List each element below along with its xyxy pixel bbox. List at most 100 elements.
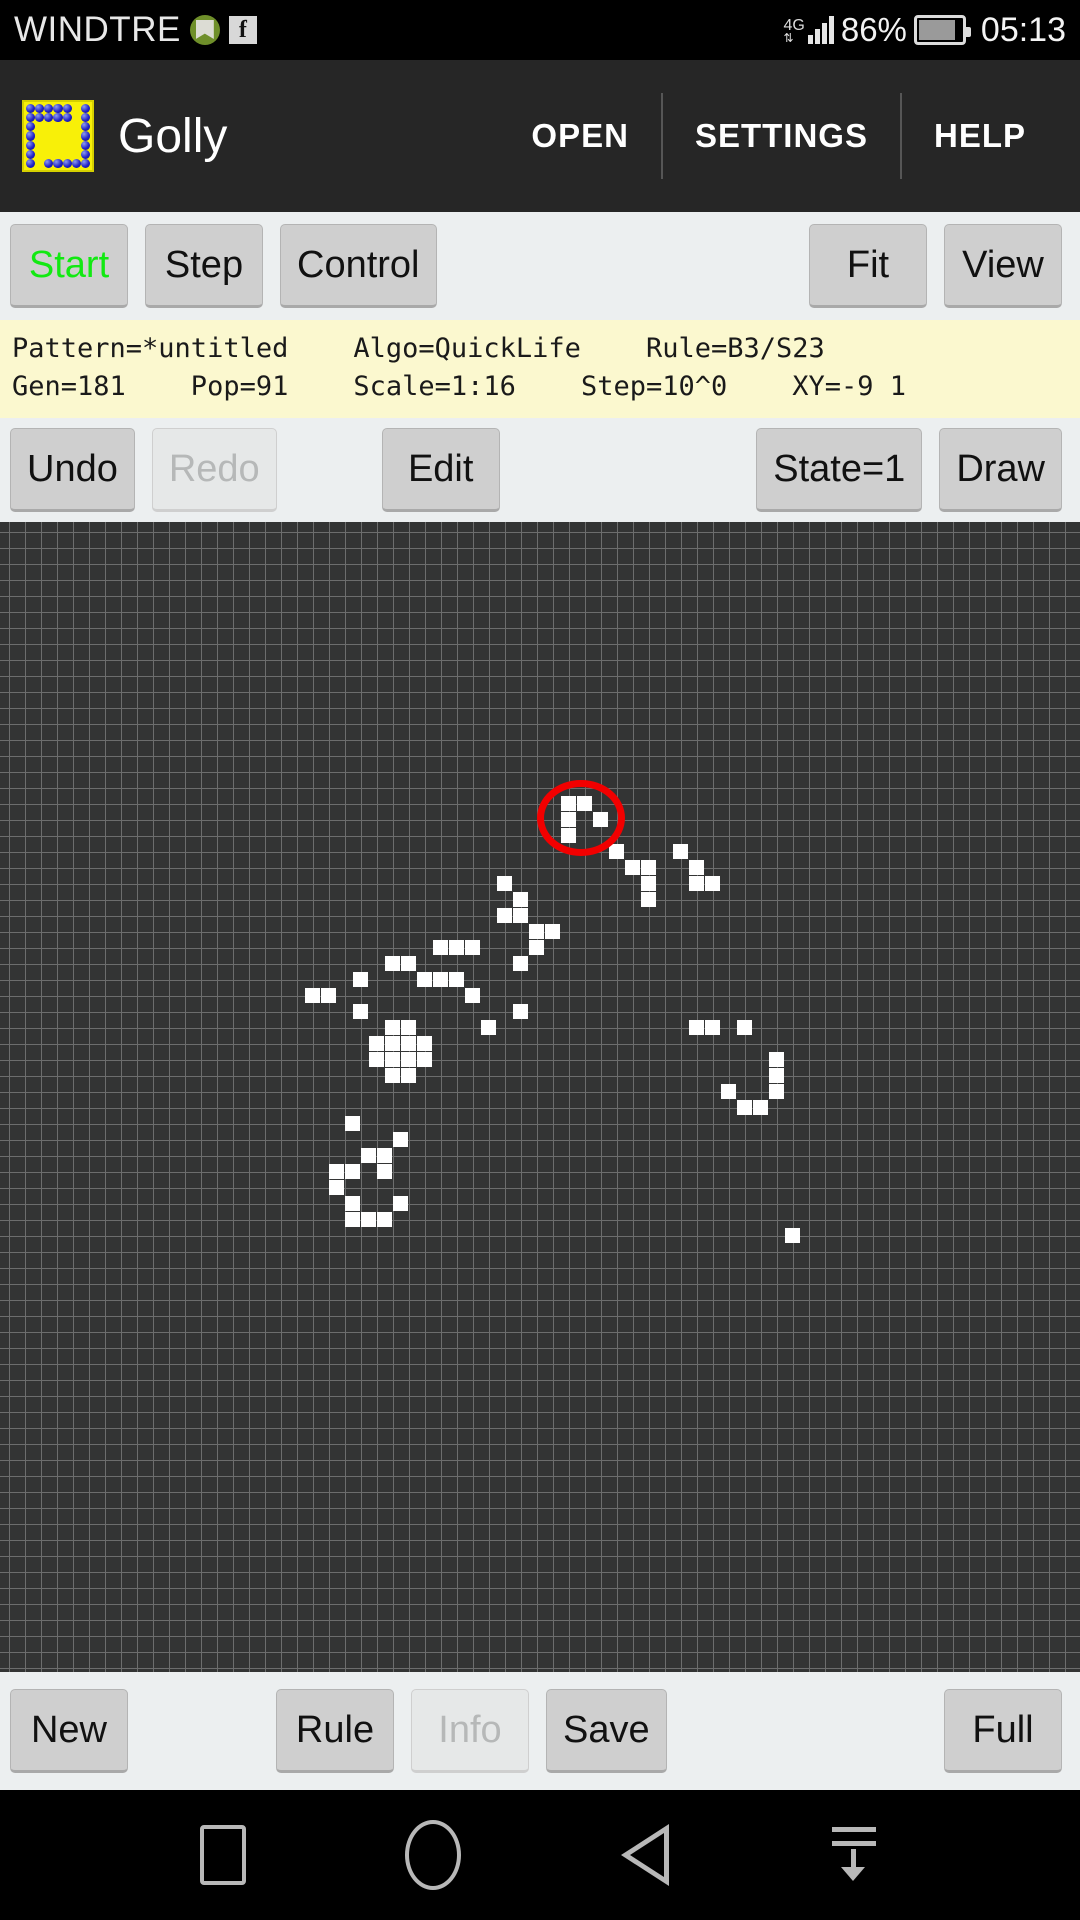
live-cell xyxy=(737,1100,752,1115)
control-toolbar: Start Step Control Fit View xyxy=(0,212,1080,320)
live-cell xyxy=(385,1068,400,1083)
canvas-grid xyxy=(0,522,1080,1672)
network-type-label: 4G ⇅ xyxy=(783,17,805,45)
live-cell xyxy=(393,1132,408,1147)
live-cell xyxy=(385,1036,400,1051)
live-cell xyxy=(609,844,624,859)
save-button[interactable]: Save xyxy=(546,1689,667,1773)
battery-percent-label: 86% xyxy=(840,11,907,48)
signal-indicator: 4G ⇅ xyxy=(784,16,834,44)
live-cell xyxy=(513,956,528,971)
live-cell xyxy=(321,988,336,1003)
live-cell xyxy=(393,1196,408,1211)
live-cell xyxy=(401,1052,416,1067)
live-cell xyxy=(769,1068,784,1083)
live-cell xyxy=(529,940,544,955)
live-cell xyxy=(641,860,656,875)
live-cell xyxy=(377,1164,392,1179)
menu-item-help[interactable]: HELP xyxy=(902,93,1058,179)
app-bar: Golly OPEN SETTINGS HELP xyxy=(0,60,1080,212)
live-cell xyxy=(689,876,704,891)
live-cell xyxy=(705,1020,720,1035)
live-cell xyxy=(361,1148,376,1163)
live-cell xyxy=(401,956,416,971)
live-cell xyxy=(417,1036,432,1051)
signal-bars-icon xyxy=(807,16,834,44)
live-cell xyxy=(753,1100,768,1115)
live-cell xyxy=(497,876,512,891)
status-bar-right: 4G ⇅ 86% 05:13 xyxy=(784,11,1067,50)
live-cell xyxy=(361,1212,376,1227)
live-cell xyxy=(345,1212,360,1227)
live-cell xyxy=(345,1116,360,1131)
live-cell xyxy=(329,1164,344,1179)
live-cell xyxy=(625,860,640,875)
home-icon[interactable] xyxy=(405,1820,462,1890)
full-button[interactable]: Full xyxy=(944,1689,1062,1773)
live-cell xyxy=(345,1164,360,1179)
live-cell xyxy=(721,1084,736,1099)
info-button: Info xyxy=(411,1689,529,1773)
hide-keyboard-icon[interactable] xyxy=(828,1827,880,1883)
live-cell xyxy=(401,1068,416,1083)
undo-button[interactable]: Undo xyxy=(10,428,135,512)
live-cell xyxy=(433,972,448,987)
live-cell xyxy=(513,908,528,923)
live-cell xyxy=(417,1052,432,1067)
live-cell xyxy=(481,1020,496,1035)
live-cell xyxy=(769,1084,784,1099)
status-bar-left: WINDTRE f xyxy=(14,10,257,50)
live-cell xyxy=(345,1196,360,1211)
live-cell xyxy=(401,1020,416,1035)
android-nav-bar xyxy=(0,1790,1080,1920)
live-cell xyxy=(689,860,704,875)
edit-toolbar: Undo Redo Edit State=1 Draw xyxy=(0,418,1080,522)
signal-arrows-icon: ⇅ xyxy=(783,31,794,45)
menu-item-open[interactable]: OPEN xyxy=(499,93,661,179)
live-cell xyxy=(465,988,480,1003)
live-cell xyxy=(305,988,320,1003)
menu-item-settings[interactable]: SETTINGS xyxy=(663,93,900,179)
edit-button[interactable]: Edit xyxy=(381,428,500,512)
live-cell xyxy=(545,924,560,939)
clock-label: 05:13 xyxy=(980,10,1066,49)
recents-icon[interactable] xyxy=(199,1825,246,1885)
facebook-icon: f xyxy=(228,16,257,44)
live-cell xyxy=(401,1036,416,1051)
page-title: Golly xyxy=(118,109,228,163)
rule-button[interactable]: Rule xyxy=(276,1689,394,1773)
live-cell xyxy=(385,1052,400,1067)
live-cell xyxy=(353,1004,368,1019)
fit-button[interactable]: Fit xyxy=(809,224,927,308)
start-button[interactable]: Start xyxy=(10,224,128,308)
draw-button[interactable]: Draw xyxy=(939,428,1062,512)
view-button[interactable]: View xyxy=(944,224,1062,308)
status-info-panel[interactable]: Pattern=*untitled Algo=QuickLife Rule=B3… xyxy=(0,320,1080,418)
live-cell xyxy=(353,972,368,987)
live-cell xyxy=(369,1052,384,1067)
pattern-canvas[interactable] xyxy=(0,522,1080,1672)
carrier-label: WINDTRE xyxy=(14,10,181,49)
live-cell xyxy=(465,940,480,955)
new-button[interactable]: New xyxy=(10,1689,128,1773)
live-cell xyxy=(385,1020,400,1035)
android-status-bar: WINDTRE f 4G ⇅ 86% 05:13 xyxy=(0,0,1080,60)
live-cell xyxy=(433,940,448,955)
live-cell xyxy=(385,956,400,971)
selection-marker-circle xyxy=(537,780,625,856)
live-cell xyxy=(641,892,656,907)
live-cell xyxy=(513,1004,528,1019)
back-icon[interactable] xyxy=(620,1824,669,1886)
live-cell xyxy=(673,844,688,859)
live-cell xyxy=(369,1036,384,1051)
live-cell xyxy=(737,1020,752,1035)
file-toolbar: New Rule Info Save Full xyxy=(0,1672,1080,1790)
info-line-generation: Gen=181 Pop=91 Scale=1:16 Step=10^0 XY=-… xyxy=(12,371,907,402)
live-cell xyxy=(449,972,464,987)
live-cell xyxy=(417,972,432,987)
live-cell xyxy=(449,940,464,955)
app-bar-menu: OPEN SETTINGS HELP xyxy=(499,93,1058,179)
state-button[interactable]: State=1 xyxy=(756,428,923,512)
step-button[interactable]: Step xyxy=(145,224,263,308)
control-button[interactable]: Control xyxy=(280,224,437,308)
